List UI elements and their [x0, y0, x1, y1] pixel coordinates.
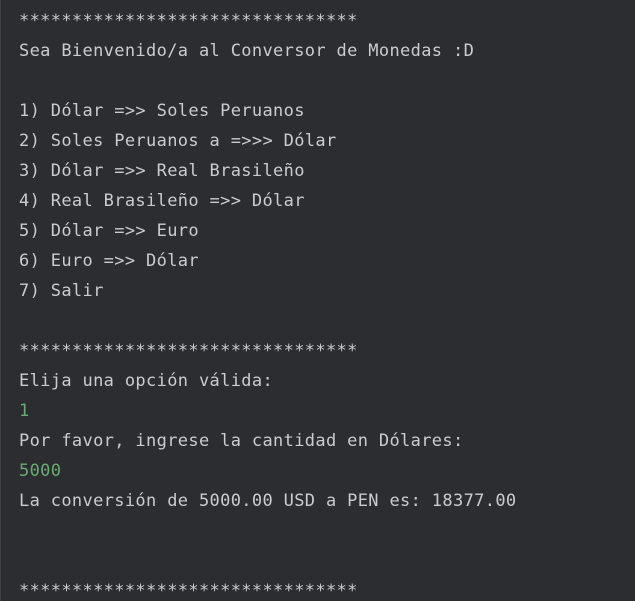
menu-option-7: 7) Salir — [19, 281, 104, 301]
menu-option-5: 5) Dólar =>> Euro — [19, 221, 199, 241]
user-input-option: 1 — [19, 401, 30, 421]
menu-option-2: 2) Soles Peruanos a =>>> Dólar — [19, 131, 337, 151]
separator-line: ******************************** — [19, 581, 358, 601]
user-input-amount: 5000 — [19, 461, 62, 481]
menu-option-6: 6) Euro =>> Dólar — [19, 251, 199, 271]
menu-option-3: 3) Dólar =>> Real Brasileño — [19, 161, 305, 181]
amount-prompt: Por favor, ingrese la cantidad en Dólare… — [19, 431, 464, 451]
menu-option-4: 4) Real Brasileño =>> Dólar — [19, 191, 305, 211]
conversion-result: La conversión de 5000.00 USD a PEN es: 1… — [19, 491, 517, 511]
option-prompt: Elija una opción válida: — [19, 371, 274, 391]
menu-option-1: 1) Dólar =>> Soles Peruanos — [19, 101, 305, 121]
welcome-message: Sea Bienvenido/a al Conversor de Monedas… — [19, 41, 475, 61]
separator-line: ******************************** — [19, 341, 358, 361]
run-console-output[interactable]: ******************************** Sea Bie… — [0, 0, 635, 601]
separator-line: ******************************** — [19, 11, 358, 31]
